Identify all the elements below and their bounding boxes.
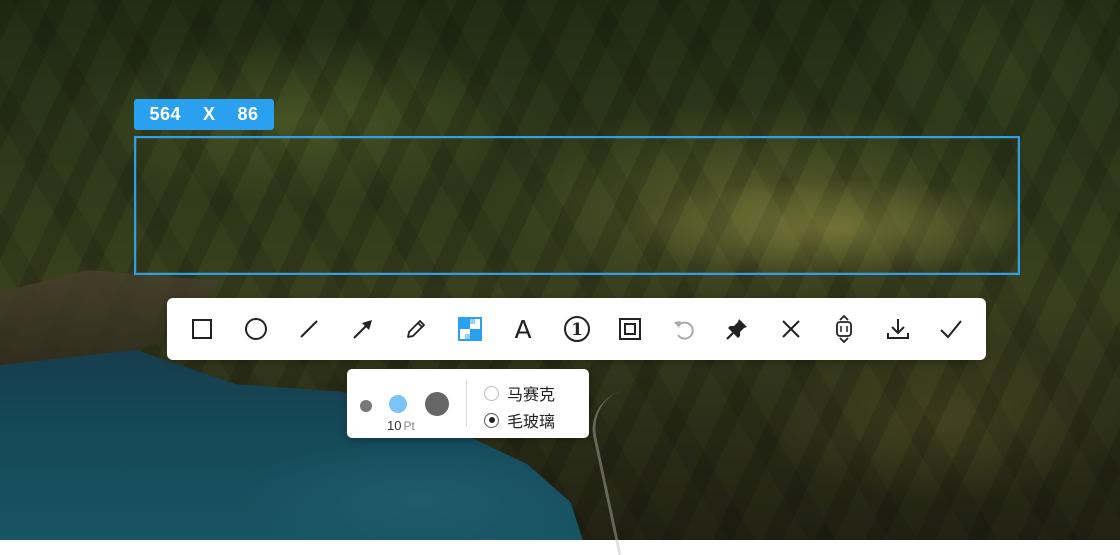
mosaic-option-label: 马赛克: [507, 385, 556, 404]
confirm-icon: [940, 320, 962, 339]
brush-size-label: 10 Pt: [387, 418, 415, 433]
long-screenshot-icon: [836, 315, 852, 343]
svg-text:1: 1: [571, 320, 583, 340]
mosaic-icon: [457, 317, 482, 341]
selection-area[interactable]: [134, 136, 1020, 275]
download-icon: [886, 319, 909, 339]
selection-height: 86: [237, 104, 259, 124]
brush-size-medium[interactable]: [389, 395, 407, 413]
arrow-tool-button[interactable]: [346, 312, 380, 346]
selection-width: 564: [149, 104, 181, 124]
brush-size-unit: Pt: [403, 419, 415, 433]
pencil-icon: [407, 320, 425, 338]
long-screenshot-tool-button[interactable]: [827, 312, 861, 346]
frosted-glass-option[interactable]: 毛玻璃: [484, 408, 555, 432]
line-icon: [300, 320, 318, 338]
pin-icon: [726, 319, 747, 340]
rectangle-tool-button[interactable]: [185, 312, 219, 346]
number-marker-icon: 1: [563, 316, 590, 342]
undo-icon: [673, 321, 694, 340]
selection-size-separator: X: [203, 104, 216, 124]
ellipse-icon: [244, 318, 267, 340]
border-tool-button[interactable]: [613, 312, 647, 346]
panel-divider: [466, 380, 467, 427]
ellipse-tool-button[interactable]: [239, 312, 273, 346]
brush-size-large[interactable]: [425, 392, 449, 416]
confirm-tool-button[interactable]: [934, 312, 968, 346]
frosted-glass-option-label: 毛玻璃: [507, 412, 556, 431]
annotation-toolbar: A 1: [167, 298, 986, 360]
text-tool-button[interactable]: A: [506, 312, 540, 346]
cancel-tool-button[interactable]: [774, 312, 808, 346]
selection-size-label: 564 X 86: [134, 99, 274, 130]
mosaic-radio[interactable]: [484, 385, 499, 401]
pin-tool-button[interactable]: [720, 312, 754, 346]
rectangle-icon: [192, 319, 212, 339]
undo-tool-button[interactable]: [667, 312, 701, 346]
mosaic-options-panel: 10 Pt 马赛克 毛玻璃: [347, 369, 589, 438]
close-icon: [781, 320, 800, 338]
brush-size-small[interactable]: [360, 400, 372, 412]
brush-size-value: 10: [387, 418, 402, 433]
mosaic-tool-button[interactable]: [453, 312, 487, 346]
mosaic-option[interactable]: 马赛克: [484, 381, 555, 405]
download-tool-button[interactable]: [881, 312, 915, 346]
frosted-glass-radio[interactable]: [484, 412, 499, 428]
border-icon: [619, 318, 641, 340]
line-tool-button[interactable]: [292, 312, 326, 346]
text-icon: A: [514, 314, 532, 344]
number-marker-tool-button[interactable]: 1: [560, 312, 594, 346]
arrow-icon: [352, 320, 372, 339]
pencil-tool-button[interactable]: [399, 312, 433, 346]
